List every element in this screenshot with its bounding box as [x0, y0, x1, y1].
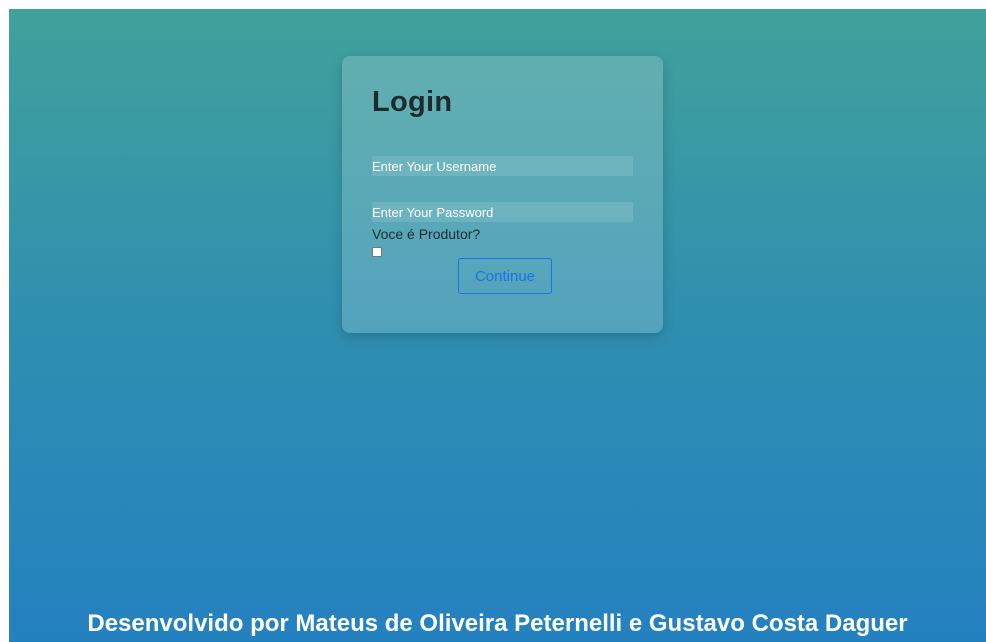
continue-button[interactable]: Continue — [458, 258, 552, 294]
page-background: Login Voce é Produtor? Continue Desenvol… — [9, 9, 986, 642]
username-input[interactable] — [372, 156, 633, 176]
footer-credits: Desenvolvido por Mateus de Oliveira Pete… — [87, 610, 908, 637]
login-title: Login — [372, 86, 453, 118]
producer-checkbox[interactable] — [372, 247, 382, 257]
login-card: Login Voce é Produtor? Continue — [342, 56, 663, 333]
producer-label: Voce é Produtor? — [372, 226, 481, 242]
password-input[interactable] — [372, 202, 633, 222]
